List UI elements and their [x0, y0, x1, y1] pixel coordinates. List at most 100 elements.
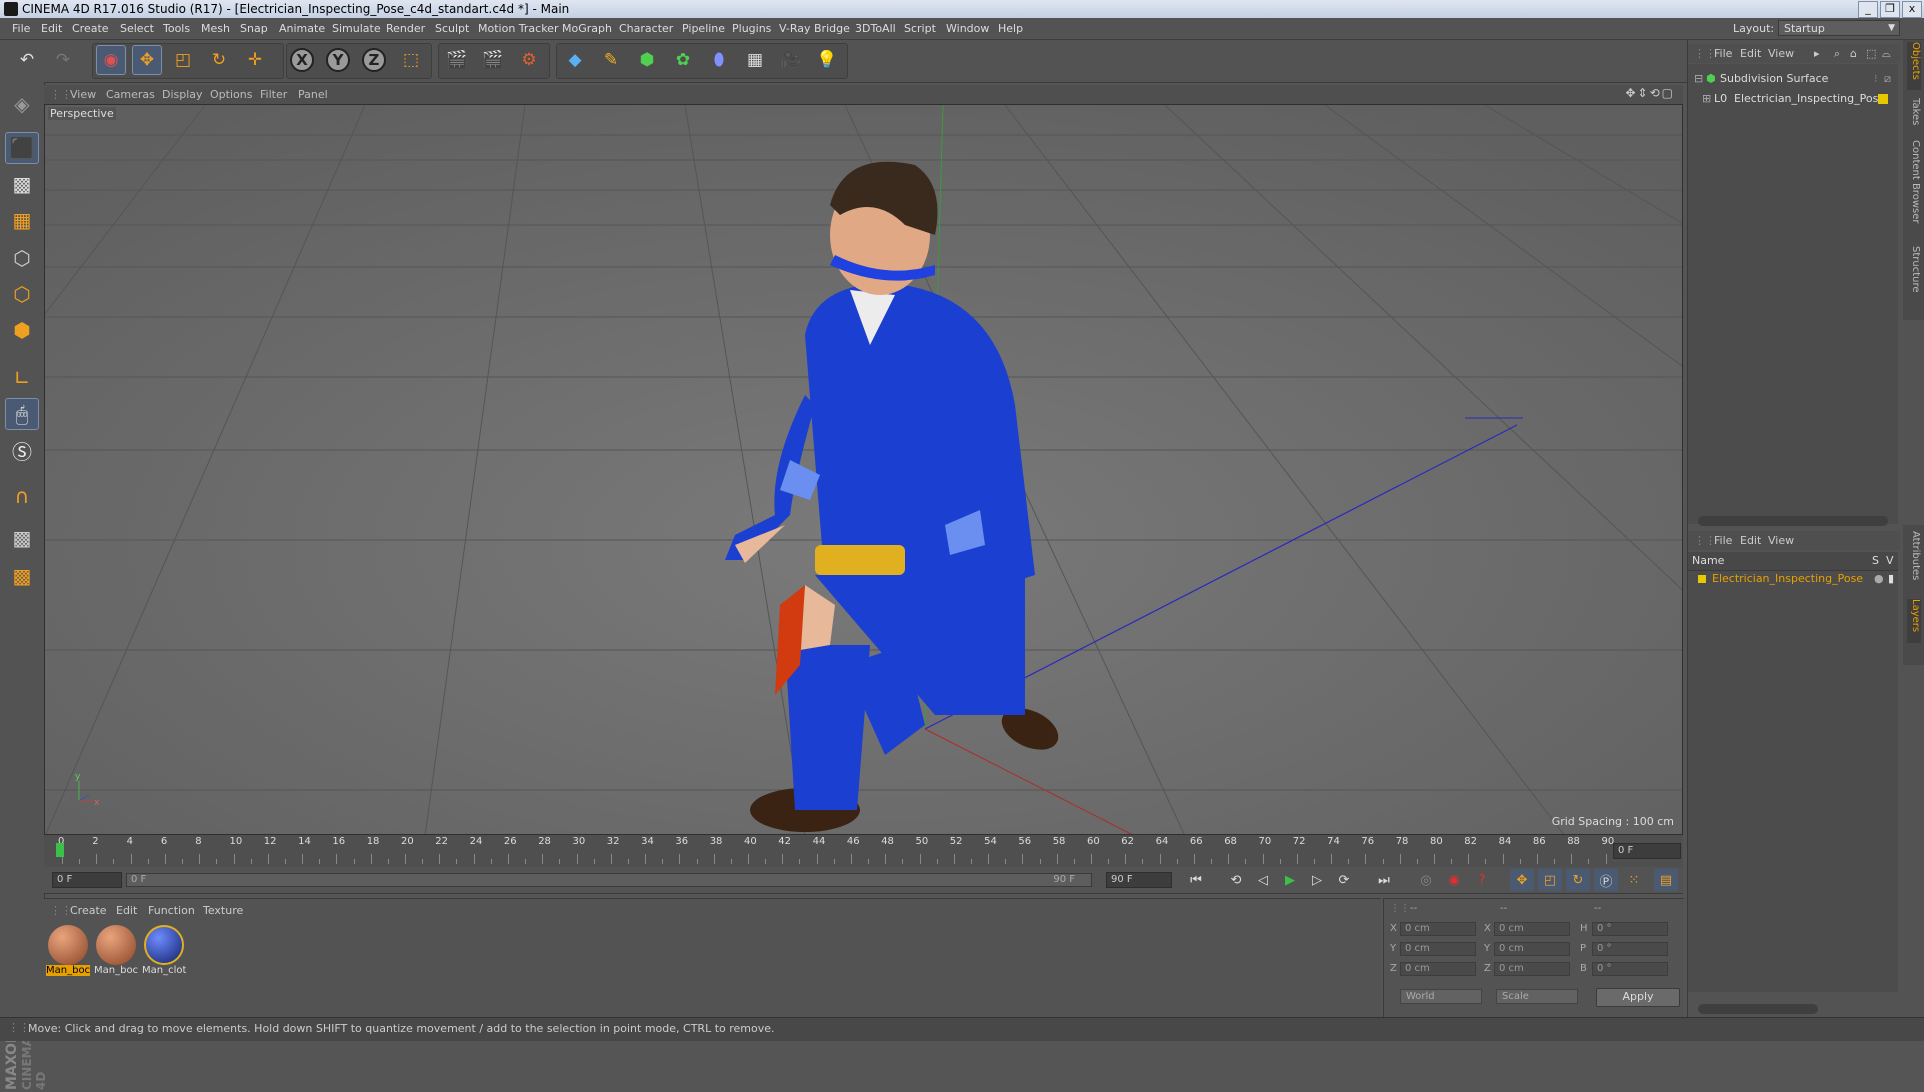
keyframe-selection-icon[interactable]: ?: [1470, 869, 1494, 891]
menu-pipeline[interactable]: Pipeline: [682, 22, 725, 35]
viewport-menu-panel[interactable]: Panel: [298, 88, 328, 101]
cube-icon[interactable]: ◆: [560, 45, 590, 75]
tab-objects[interactable]: Objects: [1907, 42, 1921, 90]
material-menu-function[interactable]: Function: [148, 904, 195, 917]
key-pla-icon[interactable]: ⁙: [1622, 869, 1646, 891]
floor-icon[interactable]: ▦: [740, 45, 770, 75]
start-frame-field[interactable]: 0 F: [52, 872, 122, 888]
apply-button[interactable]: Apply: [1596, 988, 1680, 1007]
layers-menu-view[interactable]: View: [1768, 534, 1794, 547]
tab-attributes[interactable]: Attributes: [1907, 531, 1921, 591]
multi-transform-icon[interactable]: ✛: [240, 45, 270, 75]
layout-select[interactable]: Startup ▼: [1778, 20, 1900, 36]
menu-window[interactable]: Window: [946, 22, 989, 35]
texture-mode-icon[interactable]: ▩: [5, 168, 39, 200]
material-swatch[interactable]: Man_boc: [94, 923, 138, 981]
key-position-icon[interactable]: ✥: [1510, 869, 1534, 891]
polygons-mode-icon[interactable]: ⬢: [5, 314, 39, 346]
link-icon[interactable]: ⌓: [1882, 47, 1891, 61]
menu-mograph[interactable]: MoGraph: [562, 22, 612, 35]
menu-sculpt[interactable]: Sculpt: [435, 22, 469, 35]
y-axis-icon[interactable]: Y: [326, 48, 350, 72]
objects-menu-file[interactable]: File: [1714, 47, 1732, 60]
search-icon[interactable]: ⌕: [1834, 47, 1840, 61]
solo-toggle-icon[interactable]: ●: [1874, 570, 1884, 588]
menu-motion-tracker[interactable]: Motion Tracker: [478, 22, 558, 35]
render-view-icon[interactable]: 🎬: [442, 45, 472, 75]
viewport-menu-display[interactable]: Display: [162, 88, 203, 101]
objects-menu-edit[interactable]: Edit: [1740, 47, 1761, 60]
home-icon[interactable]: ⌂: [1850, 47, 1857, 60]
objects-menu-view[interactable]: View: [1768, 47, 1794, 60]
object-list-scrollbar[interactable]: [1698, 516, 1888, 526]
menu-snap[interactable]: Snap: [240, 22, 268, 35]
play-icon[interactable]: ▶: [1278, 869, 1302, 891]
material-menu-edit[interactable]: Edit: [116, 904, 137, 917]
rotate-icon[interactable]: ↻: [204, 45, 234, 75]
snap-icon[interactable]: ∩: [5, 480, 39, 512]
menu-select[interactable]: Select: [120, 22, 154, 35]
menu-character[interactable]: Character: [619, 22, 673, 35]
visibility-icon[interactable]: ▮: [1888, 570, 1894, 588]
viewport-menu-cameras[interactable]: Cameras: [106, 88, 155, 101]
minimize-button[interactable]: _: [1858, 1, 1878, 18]
current-frame-field[interactable]: 0 F: [1613, 843, 1681, 859]
redo-icon[interactable]: ↷: [48, 45, 78, 75]
key-scale-icon[interactable]: ◰: [1538, 869, 1562, 891]
pos-y-field[interactable]: 0 cm: [1400, 942, 1476, 956]
menu-3dtoall[interactable]: 3DToAll: [855, 22, 896, 35]
tree-toggle-icon[interactable]: ⊟: [1694, 70, 1703, 88]
layers-menu-file[interactable]: File: [1714, 534, 1732, 547]
record-active-objects-icon[interactable]: ◎: [1414, 869, 1438, 891]
layer-row[interactable]: Electrician_Inspecting_Pose ● ▮: [1688, 570, 1898, 588]
rot-b-field[interactable]: 0 °: [1592, 962, 1668, 976]
tab-takes[interactable]: Takes: [1907, 98, 1921, 136]
viewport-menu-view[interactable]: View: [70, 88, 96, 101]
enable-axis-icon[interactable]: ∟: [5, 362, 39, 394]
scale-icon[interactable]: ◰: [168, 45, 198, 75]
menu-script[interactable]: Script: [904, 22, 936, 35]
menu-plugins[interactable]: Plugins: [732, 22, 771, 35]
size-y-field[interactable]: 0 cm: [1494, 942, 1570, 956]
deformer-icon[interactable]: ⬮: [704, 45, 734, 75]
tab-layers[interactable]: Layers: [1907, 599, 1921, 643]
frame-ruler[interactable]: 0 2 4 6 8 10 12 14 16 18 20 22 24 26 28 30 32 34 36 38 40 42 4…: [52, 835, 1614, 865]
tree-toggle-icon[interactable]: ⊞: [1702, 90, 1711, 108]
menu-animate[interactable]: Animate: [279, 22, 325, 35]
scene-icon[interactable]: ⬚: [1866, 47, 1876, 60]
goto-next-keyframe-icon[interactable]: ⟳: [1332, 869, 1356, 891]
x-axis-icon[interactable]: X: [290, 48, 314, 72]
step-forward-icon[interactable]: ▷: [1305, 869, 1329, 891]
planar-icon[interactable]: ▩: [5, 560, 39, 592]
layer-color-swatch[interactable]: [1878, 94, 1888, 104]
material-swatch[interactable]: Man_boc: [46, 923, 90, 981]
pen-icon[interactable]: ✎: [596, 45, 626, 75]
edges-mode-icon[interactable]: ⬡: [5, 278, 39, 310]
size-mode-select[interactable]: Scale: [1496, 989, 1578, 1004]
solo-icon[interactable]: Ⓢ: [5, 434, 39, 466]
menu-file[interactable]: File: [12, 22, 30, 35]
goto-end-icon[interactable]: ⏭: [1372, 869, 1396, 891]
pos-z-field[interactable]: 0 cm: [1400, 962, 1476, 976]
more-arrow-icon[interactable]: ▸: [1814, 47, 1820, 60]
edit-render-settings-icon[interactable]: ⚙: [514, 45, 544, 75]
rot-h-field[interactable]: 0 °: [1592, 922, 1668, 936]
render-picture-viewer-icon[interactable]: 🎬: [478, 45, 508, 75]
size-x-field[interactable]: 0 cm: [1494, 922, 1570, 936]
menu-vray-bridge[interactable]: V-Ray Bridge: [779, 22, 850, 35]
rot-p-field[interactable]: 0 °: [1592, 942, 1668, 956]
menu-edit[interactable]: Edit: [41, 22, 62, 35]
timeline-ruler[interactable]: 0 2 4 6 8 10 12 14 16 18 20 22 24 26 28 30 32 34 36 38 40 42 4…: [44, 835, 1683, 868]
menu-create[interactable]: Create: [72, 22, 109, 35]
make-editable-icon[interactable]: ◈: [5, 88, 39, 120]
tab-content-browser[interactable]: Content Browser: [1907, 140, 1921, 240]
playhead[interactable]: [56, 843, 64, 857]
viewport-menu-filter[interactable]: Filter: [260, 88, 287, 101]
menu-help[interactable]: Help: [998, 22, 1023, 35]
visibility-icon[interactable]: ⁝: [1874, 70, 1878, 88]
object-row-subdivision-surface[interactable]: ⊟ ⬢ Subdivision Surface ⁝ ⧄: [1688, 70, 1898, 88]
menu-render[interactable]: Render: [386, 22, 425, 35]
coordinate-system-icon[interactable]: ⬚: [396, 45, 426, 75]
viewport-perspective[interactable]: y x Perspective Grid Spacing : 100 cm: [44, 104, 1683, 835]
viewport-navigation-icons[interactable]: ✥⇕⟲▢: [1625, 86, 1675, 100]
